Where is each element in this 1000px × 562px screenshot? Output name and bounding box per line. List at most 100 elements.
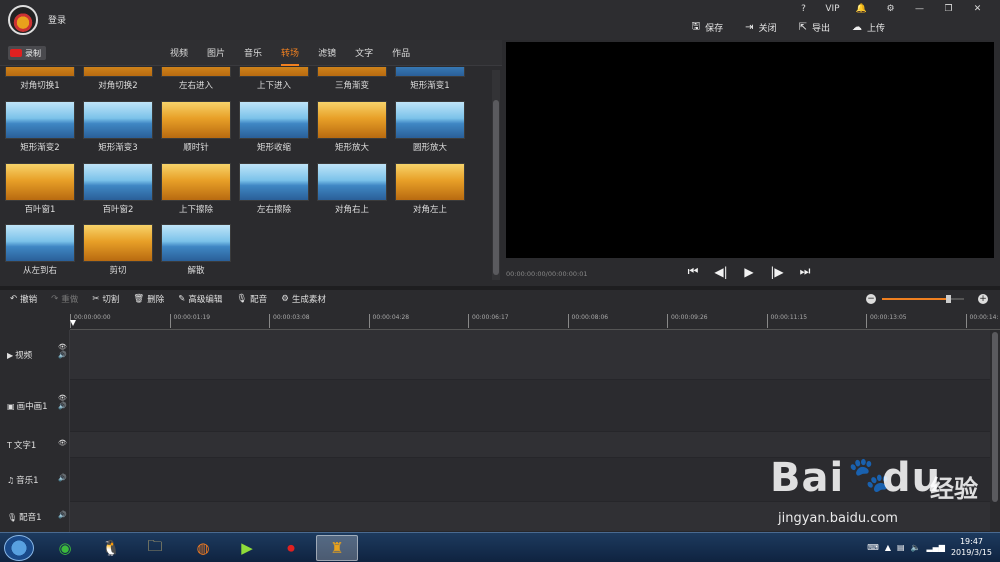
tool-0[interactable]: ↶ 撤销 xyxy=(10,293,37,305)
close-icon[interactable]: ✕ xyxy=(963,2,992,16)
minimize-icon[interactable]: — xyxy=(905,2,934,16)
transition-item[interactable]: 矩形渐变3 xyxy=(82,101,154,153)
show-hidden-icon[interactable]: ▲ xyxy=(885,543,891,552)
clock[interactable]: 19:47 2019/3/15 xyxy=(951,536,992,558)
tool-1[interactable]: ↷ 重做 xyxy=(51,293,78,305)
signal-icon[interactable]: ▂▄▆ xyxy=(927,543,945,552)
transition-item[interactable]: 矩形收缩 xyxy=(238,101,310,153)
transition-item[interactable]: 对角切换2 xyxy=(82,67,154,91)
keyboard-icon[interactable]: ⌨ xyxy=(867,543,879,552)
transition-item[interactable]: 对角切换1 xyxy=(4,67,76,91)
zoom-slider-fill xyxy=(882,298,948,300)
action-button-0[interactable]: 🖫 保存 xyxy=(692,19,724,36)
recorder-app[interactable]: ⏺ xyxy=(270,535,312,561)
step-back-icon[interactable]: ◀| xyxy=(714,265,728,279)
skip-start-icon[interactable]: ⏮ xyxy=(686,264,700,279)
eye-icon[interactable]: 👁 xyxy=(58,343,67,351)
playhead-marker[interactable] xyxy=(70,320,76,326)
help-icon[interactable]: ? xyxy=(789,2,818,16)
library-scrollbar[interactable] xyxy=(492,70,500,280)
zoom-out-icon[interactable]: − xyxy=(866,294,876,304)
step-forward-icon[interactable]: |▶ xyxy=(770,265,784,279)
volume-icon[interactable]: 🔈 xyxy=(911,543,921,552)
transition-item[interactable]: 解散 xyxy=(160,224,232,276)
tab-5[interactable]: 文字 xyxy=(355,46,373,66)
vip-icon[interactable]: VIP xyxy=(818,2,847,16)
ruler-tick: 00:00:13:05 xyxy=(866,314,907,328)
transition-label: 上下进入 xyxy=(256,81,291,91)
transition-item[interactable]: 剪切 xyxy=(82,224,154,276)
speaker-icon[interactable]: 🔊 xyxy=(58,351,67,359)
eye-icon[interactable]: 👁 xyxy=(58,394,67,402)
tab-1[interactable]: 图片 xyxy=(207,46,225,66)
start-button[interactable] xyxy=(4,535,34,561)
gear-icon[interactable]: ⚙ xyxy=(876,2,905,16)
play-icon[interactable]: ▶ xyxy=(742,265,756,279)
transition-item[interactable]: 对角左上 xyxy=(394,163,466,215)
tab-0[interactable]: 视频 xyxy=(170,46,188,66)
record-button[interactable]: 录制 xyxy=(8,46,46,60)
360-app[interactable]: ◉ xyxy=(44,535,86,561)
transition-thumbnail xyxy=(161,163,231,201)
title-bar: 登录 ? VIP 🔔 ⚙ — ❐ ✕ 🖫 保存 ⇥ 关闭 ⇱ 导出 ☁ 上传 xyxy=(0,0,1000,40)
tool-4[interactable]: ✎ 高级编辑 xyxy=(178,293,222,305)
transition-item[interactable]: 对角右上 xyxy=(316,163,388,215)
text-track-icon: T xyxy=(7,440,12,450)
transition-thumbnail xyxy=(161,101,231,139)
transition-item[interactable]: 左右擦除 xyxy=(238,163,310,215)
zoom-slider[interactable] xyxy=(882,295,964,303)
login-link[interactable]: 登录 xyxy=(48,13,66,26)
editor-app[interactable]: ♜ xyxy=(316,535,358,561)
transition-item[interactable]: 百叶窗1 xyxy=(4,163,76,215)
transition-item[interactable]: 百叶窗2 xyxy=(82,163,154,215)
speaker-icon[interactable]: 🔊 xyxy=(58,511,67,519)
tab-3[interactable]: 转场 xyxy=(281,46,300,66)
action-button-3[interactable]: ☁ 上传 xyxy=(852,19,885,36)
tool-3[interactable]: 🗑 删除 xyxy=(133,293,164,305)
transition-item[interactable]: 矩形渐变2 xyxy=(4,101,76,153)
transition-thumbnail xyxy=(317,163,387,201)
media-app[interactable]: ▶ xyxy=(226,535,268,561)
app-logo xyxy=(8,5,38,35)
transition-item[interactable]: 左右进入 xyxy=(160,67,232,91)
watermark-url: jingyan.baidu.com xyxy=(778,511,898,526)
transition-item[interactable]: 从左到右 xyxy=(4,224,76,276)
restore-icon[interactable]: ❐ xyxy=(934,2,963,16)
tool-5[interactable]: 🎙 配音 xyxy=(236,293,267,305)
transition-item[interactable]: 上下擦除 xyxy=(160,163,232,215)
tab-2[interactable]: 音乐 xyxy=(244,46,262,66)
transition-item[interactable]: 圆形放大 xyxy=(394,101,466,153)
tool-6[interactable]: ⚙ 生成素材 xyxy=(281,293,326,305)
transition-thumbnail xyxy=(395,101,465,139)
zoom-slider-handle[interactable] xyxy=(945,295,951,303)
library-scrollbar-thumb[interactable] xyxy=(493,100,499,275)
zoom-control: − + xyxy=(866,294,988,306)
track-title: ♫ 音乐1 xyxy=(7,474,39,487)
tool-2[interactable]: ✂ 切割 xyxy=(92,293,119,305)
explorer-app[interactable]: 🗀 xyxy=(134,535,176,561)
transition-item[interactable]: 矩形渐变1 xyxy=(394,67,466,91)
timeline-ruler[interactable]: 00:00:00:00 00:00:01:19 00:00:03:08 00:00:0… xyxy=(70,310,1000,330)
transition-item[interactable]: 三角渐变 xyxy=(316,67,388,91)
qq-app[interactable]: 🐧 xyxy=(90,535,132,561)
network-device-icon[interactable]: ▤ xyxy=(897,543,905,552)
action-button-2[interactable]: ⇱ 导出 xyxy=(799,19,830,36)
transition-item[interactable]: 矩形放大 xyxy=(316,101,388,153)
tab-4[interactable]: 滤镜 xyxy=(318,46,336,66)
transition-item[interactable]: 上下进入 xyxy=(238,67,310,91)
eye-icon[interactable]: 👁 xyxy=(58,439,67,447)
track-lane[interactable] xyxy=(70,380,990,432)
clock-date: 2019/3/15 xyxy=(950,548,992,557)
firefox-app[interactable]: ◍ xyxy=(182,535,224,561)
tab-6[interactable]: 作品 xyxy=(392,46,410,66)
transition-thumbnail xyxy=(161,224,231,262)
zoom-in-icon[interactable]: + xyxy=(978,294,988,304)
track-lane[interactable] xyxy=(70,330,990,380)
action-button-1[interactable]: ⇥ 关闭 xyxy=(745,19,776,36)
bell-icon[interactable]: 🔔 xyxy=(847,2,876,16)
transition-item[interactable]: 顺时针 xyxy=(160,101,232,153)
skip-end-icon[interactable]: ⏭ xyxy=(798,264,812,279)
action-label-3: 上传 xyxy=(866,24,885,34)
speaker-icon[interactable]: 🔊 xyxy=(58,474,67,482)
speaker-icon[interactable]: 🔊 xyxy=(58,402,67,410)
